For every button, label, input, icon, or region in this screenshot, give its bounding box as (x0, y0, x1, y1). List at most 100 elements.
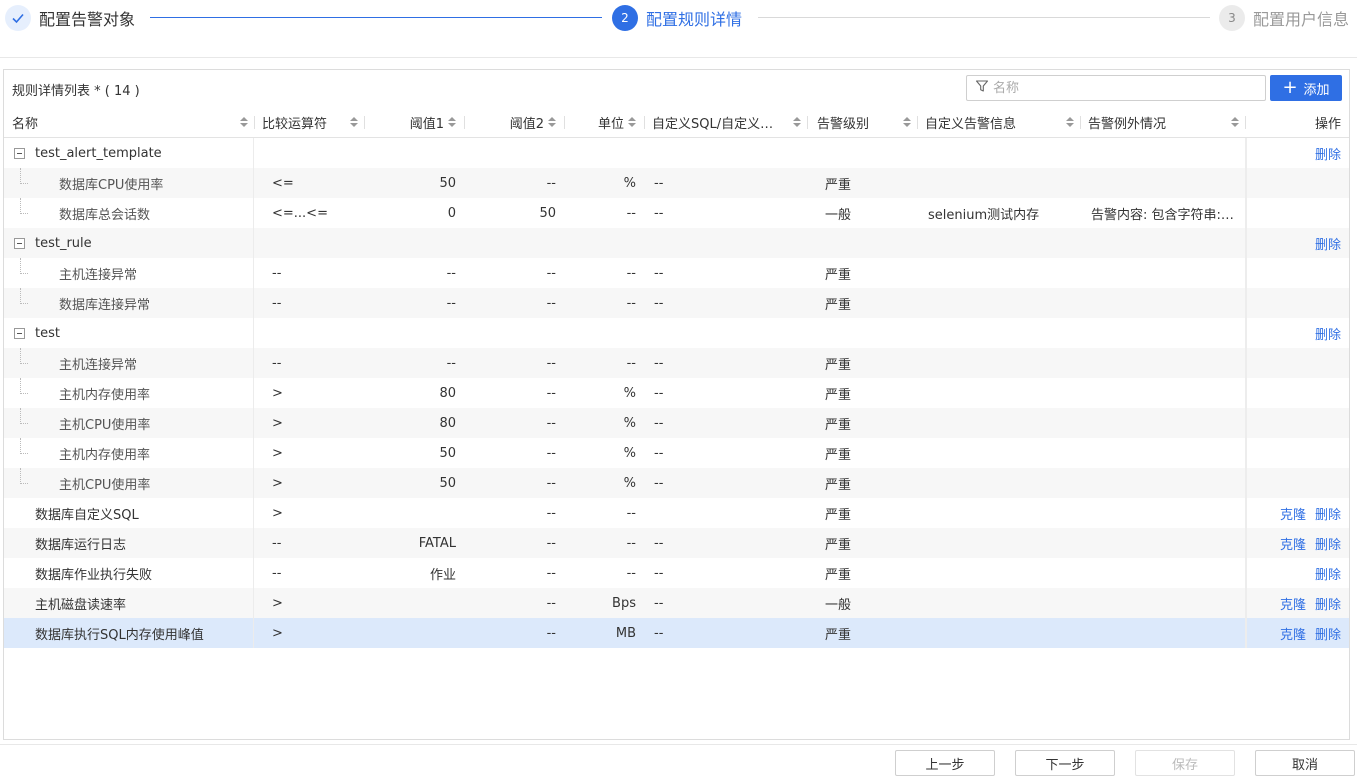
cell-custom-message (917, 558, 1080, 588)
sort-icon[interactable] (240, 117, 248, 127)
header-col-custom-sql[interactable]: 自定义SQL/自定义… (644, 107, 807, 137)
cell-value: -- (546, 385, 556, 401)
cell-value: Bps (612, 595, 636, 611)
clone-link[interactable]: 克隆 (1280, 534, 1306, 553)
step-number: 3 (1219, 5, 1245, 31)
cell-value: -- (654, 445, 664, 461)
cell-value: > (272, 475, 283, 491)
step-configure-user-info[interactable]: 3 配置用户信息 (1219, 5, 1349, 31)
cell-value: -- (546, 565, 556, 581)
header-col-name[interactable]: 名称 (4, 107, 254, 137)
cell-custom-sql: -- (644, 438, 807, 468)
table-row[interactable]: 主机CPU使用率 >80 --% -- 严重 (4, 408, 1349, 438)
cell-exception (1080, 528, 1245, 558)
delete-link[interactable]: 删除 (1315, 564, 1341, 583)
sort-icon[interactable] (1066, 117, 1074, 127)
table-row[interactable]: 数据库作业执行失败 -- 作业 -- -- -- 严重 删除 (4, 558, 1349, 588)
divider (0, 57, 1357, 58)
header-col-alert-level[interactable]: 告警级别 (807, 107, 917, 137)
search-input[interactable] (993, 77, 1253, 99)
table-row[interactable]: 数据库连接异常 -- -- -- -- -- 严重 (4, 288, 1349, 318)
table-row[interactable]: 数据库自定义SQL > -- -- 严重 克隆 删除 (4, 498, 1349, 528)
delete-link[interactable]: 删除 (1315, 504, 1341, 523)
save-button[interactable]: 保存 (1135, 750, 1235, 776)
cell-threshold2: -- (464, 168, 564, 198)
cell-value: 严重 (825, 417, 852, 433)
cell-unit: % (564, 168, 644, 198)
tree-connector (20, 378, 28, 394)
sort-icon[interactable] (903, 117, 911, 127)
cell-value: > (272, 625, 283, 641)
cell-actions: 克隆 删除 (1245, 528, 1349, 558)
cell-custom-message (917, 618, 1080, 648)
header-col-threshold1[interactable]: 阈值1 (364, 107, 464, 137)
sort-icon[interactable] (548, 117, 556, 127)
cell-value: -- (654, 385, 664, 401)
cell-threshold1: -- (364, 288, 464, 318)
rule-name: 数据库运行日志 (35, 537, 127, 553)
cell-unit: -- (564, 198, 644, 228)
group-row[interactable]: test_rule 删除 (4, 228, 1349, 258)
table-row[interactable]: 主机内存使用率 >50 --% -- 严重 (4, 438, 1349, 468)
step-configure-rule-details[interactable]: 2 配置规则详情 (612, 5, 742, 31)
header-label: 自定义SQL/自定义… (652, 116, 774, 132)
header-col-custom-message[interactable]: 自定义告警信息 (917, 107, 1080, 137)
plus-icon: + (1282, 77, 1298, 98)
step-configure-alert-object[interactable]: 配置告警对象 (5, 5, 135, 31)
table-row[interactable]: 数据库CPU使用率 <= 50 --% -- 严重 (4, 168, 1349, 198)
cell-threshold1: FATAL (364, 528, 464, 558)
header-col-exception[interactable]: 告警例外情况 (1080, 107, 1245, 137)
collapse-toggle-icon[interactable] (14, 147, 25, 159)
search-box[interactable] (966, 75, 1266, 101)
cell-custom-message (917, 498, 1080, 528)
collapse-toggle-icon[interactable] (14, 237, 25, 249)
delete-link[interactable]: 删除 (1315, 624, 1341, 643)
next-step-button[interactable]: 下一步 (1015, 750, 1115, 776)
group-row[interactable]: test 删除 (4, 318, 1349, 348)
cell-actions (1245, 468, 1349, 498)
clone-link[interactable]: 克隆 (1280, 504, 1306, 523)
table-row[interactable]: 主机CPU使用率 >50 --% -- 严重 (4, 468, 1349, 498)
sort-icon[interactable] (628, 117, 636, 127)
cell-value: -- (626, 565, 636, 581)
cell-operator: -- (254, 288, 364, 318)
cell-value: -- (446, 265, 456, 281)
cell-actions (1245, 438, 1349, 468)
table-row[interactable]: 数据库执行SQL内存使用峰值 > -- MB -- 严重 克隆 删除 (4, 618, 1349, 648)
clone-link[interactable]: 克隆 (1280, 594, 1306, 613)
table-row[interactable]: 主机磁盘读速率 > -- Bps -- 一般 克隆 删除 (4, 588, 1349, 618)
header-col-threshold2[interactable]: 阈值2 (464, 107, 564, 137)
table-row[interactable]: 数据库运行日志 -- FATAL -- -- -- 严重 克隆 删除 (4, 528, 1349, 558)
sort-icon[interactable] (448, 117, 456, 127)
add-button[interactable]: + 添加 (1270, 75, 1342, 101)
cell-alert-level: 严重 (807, 168, 917, 198)
cell-threshold1: 作业 (364, 558, 464, 588)
sort-icon[interactable] (793, 117, 801, 127)
header-col-unit[interactable]: 单位 (564, 107, 644, 137)
table-row[interactable]: 主机内存使用率 >80 --% -- 严重 (4, 378, 1349, 408)
group-row[interactable]: test_alert_template 删除 (4, 138, 1349, 168)
table-row[interactable]: 主机连接异常 -- -- -- -- -- 严重 (4, 348, 1349, 378)
cell-operator: > (254, 498, 364, 528)
table-row[interactable]: 主机连接异常 -- -- -- -- -- 严重 (4, 258, 1349, 288)
collapse-toggle-icon[interactable] (14, 327, 25, 339)
prev-step-button[interactable]: 上一步 (895, 750, 995, 776)
cell-actions: 删除 (1245, 318, 1349, 348)
sort-icon[interactable] (1231, 117, 1239, 127)
delete-link[interactable]: 删除 (1315, 234, 1341, 253)
cell-actions: 克隆 删除 (1245, 618, 1349, 648)
cell-value: -- (654, 355, 664, 371)
cell-threshold1: 50 (364, 438, 464, 468)
clone-link[interactable]: 克隆 (1280, 624, 1306, 643)
table-row[interactable]: 数据库总会话数 <=...<= 0 50 -- -- 一般 selenium测试内存 告警内容:… (4, 198, 1349, 228)
cell-actions: 删除 (1245, 558, 1349, 588)
delete-link[interactable]: 删除 (1315, 324, 1341, 343)
sort-icon[interactable] (350, 117, 358, 127)
header-col-operator[interactable]: 比较运算符 (254, 107, 364, 137)
cell-threshold2: -- (464, 438, 564, 468)
cancel-button[interactable]: 取消 (1255, 750, 1355, 776)
delete-link[interactable]: 删除 (1315, 594, 1341, 613)
delete-link[interactable]: 删除 (1315, 144, 1341, 163)
cell-operator: > (254, 468, 364, 498)
delete-link[interactable]: 删除 (1315, 534, 1341, 553)
